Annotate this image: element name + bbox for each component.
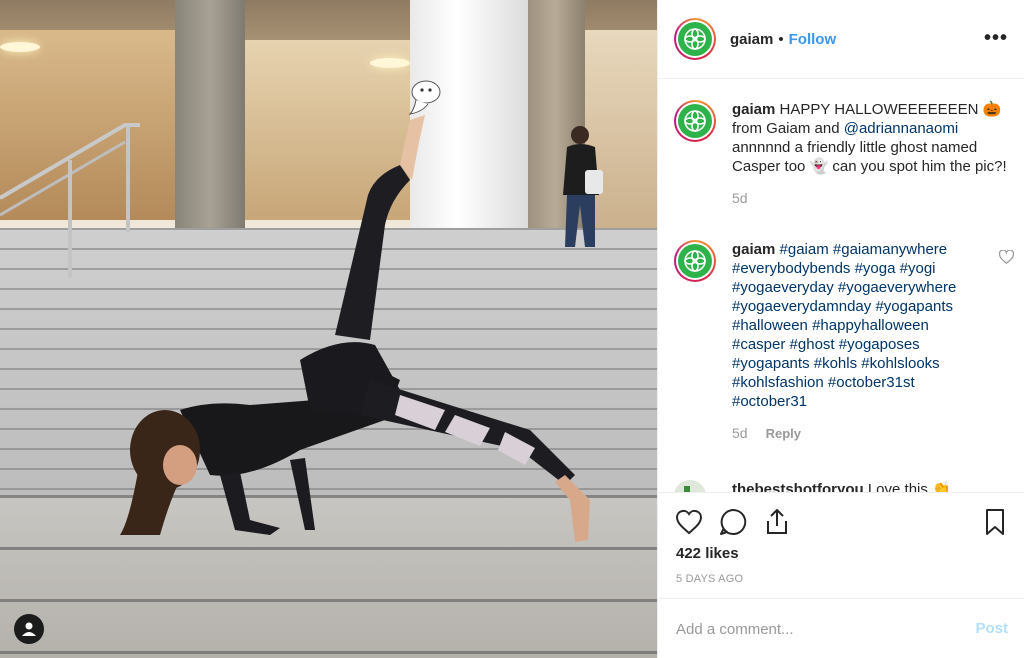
- caption-time[interactable]: 5d: [732, 190, 748, 206]
- hashtag-link[interactable]: #yoga: [855, 260, 896, 277]
- header-username[interactable]: gaiam: [730, 31, 773, 48]
- caption-mention-link[interactable]: @adriannanaomi: [844, 120, 958, 137]
- photo-yoga-figure: [120, 80, 590, 542]
- caption-text-part: annnnnd a friendly little ghost named Ca…: [732, 139, 1007, 175]
- hashtag-link[interactable]: #yogaposes: [839, 336, 920, 353]
- hashtag-link[interactable]: #kohlsfashion: [732, 374, 824, 391]
- hashtag-comment: gaiam #gaiam #gaiamanywhere #everybodybe…: [674, 240, 1015, 441]
- commenter-avatar[interactable]: [674, 240, 716, 282]
- follow-button[interactable]: Follow: [789, 31, 837, 48]
- hashtag-link[interactable]: #everybodybends: [732, 260, 850, 277]
- post-header: gaiam • Follow •••: [658, 0, 1024, 79]
- post-date[interactable]: 5 DAYS AGO: [676, 573, 743, 585]
- share-icon[interactable]: [762, 507, 792, 537]
- hashtag-link[interactable]: #halloween: [732, 317, 808, 334]
- tagged-user-icon[interactable]: [14, 614, 44, 644]
- add-comment-bar: Post: [658, 598, 1024, 658]
- comment-bubble-icon[interactable]: [718, 507, 748, 537]
- like-comment-heart-icon[interactable]: [998, 249, 1015, 269]
- hashtag-link[interactable]: #kohls: [814, 355, 857, 372]
- hashtag-link[interactable]: #october31: [732, 393, 807, 410]
- partial-comment-text: thebestshotforyou Love this 👏: [732, 480, 1014, 492]
- more-options-icon[interactable]: •••: [984, 28, 1008, 48]
- hashtag-link[interactable]: #gaiam: [780, 241, 829, 258]
- caption-username[interactable]: gaiam: [732, 101, 775, 118]
- photo-lamp: [0, 42, 40, 52]
- post-side-panel: gaiam • Follow ••• gaiam HAPPY HALLOWEEE…: [657, 0, 1024, 658]
- photo-lamp: [370, 58, 410, 68]
- comments-list[interactable]: gaiam HAPPY HALLOWEEEEEEEN 🎃 from Gaiam …: [658, 80, 1024, 492]
- hashtag-link[interactable]: #gaiamanywhere: [833, 241, 947, 258]
- hashtag-link[interactable]: #yogaeverydamnday: [732, 298, 871, 315]
- hashtag-link[interactable]: #yogapants: [875, 298, 953, 315]
- comment-username[interactable]: gaiam: [732, 241, 775, 258]
- post-photo[interactable]: [0, 0, 657, 658]
- hashtag-comment-text: gaiam #gaiam #gaiamanywhere #everybodybe…: [732, 240, 984, 411]
- commenter-avatar[interactable]: [674, 100, 716, 142]
- hashtag-link[interactable]: #casper: [732, 336, 785, 353]
- action-bar: 422 likes 5 DAYS AGO: [658, 492, 1024, 598]
- likes-count[interactable]: 422 likes: [676, 545, 739, 562]
- gaiam-logo-icon: [678, 22, 712, 56]
- caption-comment: gaiam HAPPY HALLOWEEEEEEEN 🎃 from Gaiam …: [674, 100, 1014, 206]
- comment-text: Love this 👏: [863, 481, 951, 492]
- gaiam-logo-icon: [678, 104, 712, 138]
- post-comment-button[interactable]: Post: [975, 620, 1008, 637]
- caption-meta: 5d: [732, 190, 1014, 206]
- gaiam-logo-icon: [678, 244, 712, 278]
- hashtag-link[interactable]: #yogaeveryday: [732, 279, 834, 296]
- hashtag-list: #gaiam #gaiamanywhere #everybodybends #y…: [732, 241, 956, 410]
- caption-text: gaiam HAPPY HALLOWEEEEEEEN 🎃 from Gaiam …: [732, 100, 1014, 176]
- comment-username[interactable]: thebestshotforyou: [732, 481, 864, 492]
- hashtag-link[interactable]: #yogi: [900, 260, 936, 277]
- header-separator: •: [778, 30, 784, 48]
- comment-meta: 5d Reply: [732, 425, 1014, 441]
- story-ring[interactable]: [674, 18, 716, 60]
- commenter-avatar[interactable]: [674, 480, 706, 492]
- comment-input[interactable]: [676, 617, 956, 641]
- hashtag-link[interactable]: #kohlslooks: [861, 355, 939, 372]
- hashtag-link[interactable]: #yogaeverywhere: [838, 279, 956, 296]
- partial-comment: thebestshotforyou Love this 👏: [674, 480, 1014, 492]
- hashtag-link[interactable]: #yogapants: [732, 355, 810, 372]
- hashtag-link[interactable]: #happyhalloween: [812, 317, 929, 334]
- hashtag-link[interactable]: #ghost: [790, 336, 835, 353]
- comment-time[interactable]: 5d: [732, 425, 748, 441]
- heart-icon[interactable]: [674, 507, 704, 537]
- reply-button[interactable]: Reply: [766, 426, 801, 441]
- bookmark-icon[interactable]: [980, 507, 1010, 537]
- hashtag-link[interactable]: #october31st: [828, 374, 915, 391]
